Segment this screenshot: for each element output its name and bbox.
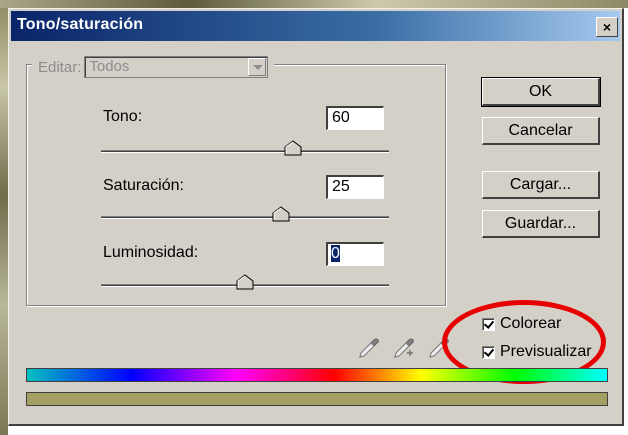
edit-label: Editar: [38,58,82,76]
background-photo-top [0,0,628,8]
eyedropper-icon[interactable] [357,336,381,360]
lightness-value: 0 [331,245,340,262]
background-photo-edge [0,0,8,435]
cancel-button[interactable]: Cancelar [482,117,600,145]
lightness-label: Luminosidad: [103,244,199,261]
hue-spectrum-bar [26,368,608,382]
hue-slider-track[interactable] [101,150,389,153]
ok-button[interactable]: OK [481,77,601,107]
saturation-label: Saturación: [103,177,184,194]
saturation-input[interactable]: 25 [326,175,384,199]
eyedropper-plus-icon[interactable] [392,336,416,360]
close-button[interactable]: × [596,17,618,37]
result-color-bar [26,392,608,406]
hue-input[interactable]: 60 [326,106,384,130]
edit-channel-select[interactable]: Todos [84,56,269,78]
saturation-slider-thumb[interactable] [272,206,290,222]
dialog-title: Tono/saturación [17,16,144,33]
save-button[interactable]: Guardar... [482,210,600,238]
close-icon: × [602,19,612,35]
lightness-slider-thumb[interactable] [236,274,254,290]
edit-channel-value: Todos [89,58,130,75]
hue-slider-thumb[interactable] [284,140,302,156]
load-button[interactable]: Cargar... [482,171,600,199]
edit-row: Editar: Todos [32,55,275,79]
chevron-down-icon[interactable] [248,58,267,76]
hue-label: Tono: [103,108,143,125]
title-bar[interactable]: Tono/saturación × [11,11,620,41]
lightness-input[interactable]: 0 [326,242,384,266]
saturation-slider-track[interactable] [101,216,389,219]
